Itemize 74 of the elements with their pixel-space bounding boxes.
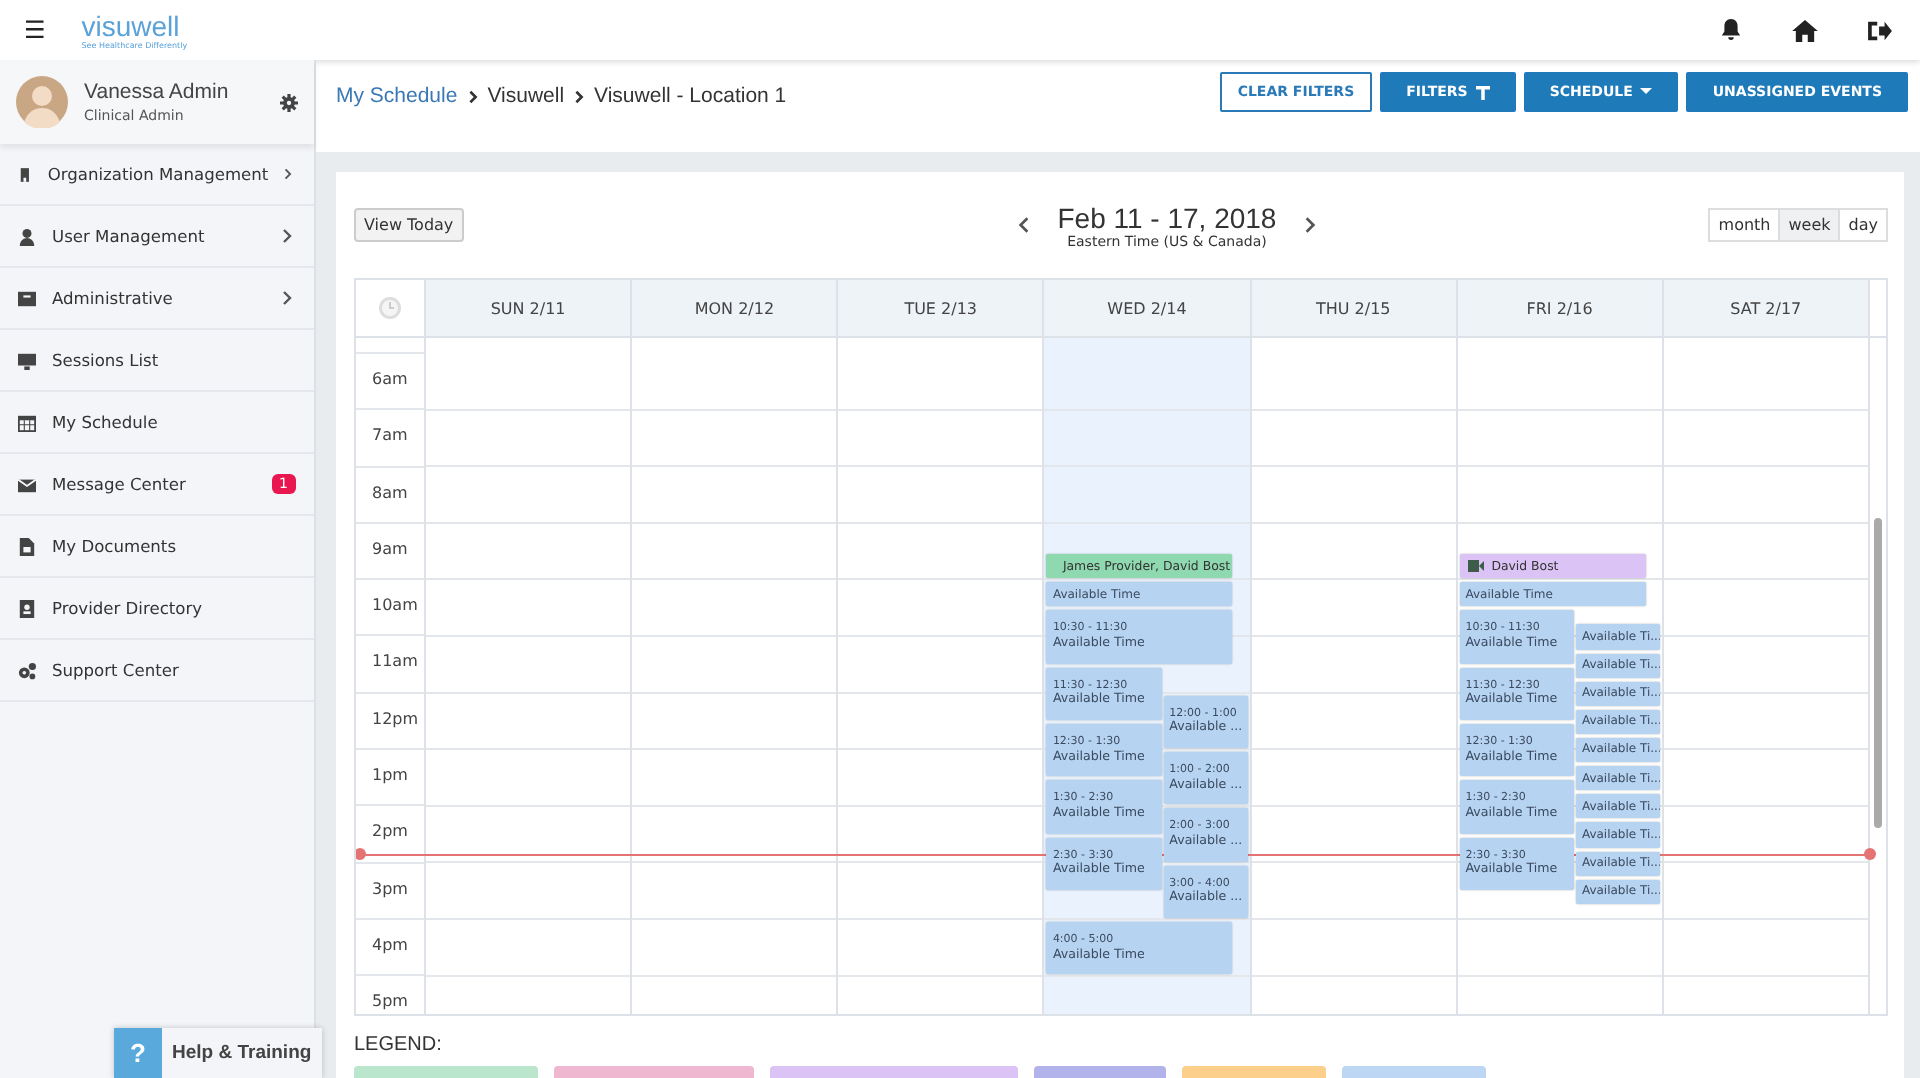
- sidebar-item-label: Sessions List: [52, 350, 161, 370]
- hour-label: 2pm: [372, 822, 408, 841]
- sign-out-icon[interactable]: [1868, 19, 1892, 41]
- sidebar-item-label: Support Center: [52, 660, 181, 680]
- chevron-right-icon: [574, 89, 585, 103]
- chevron-right-icon: [467, 89, 478, 103]
- day-header: MON 2/12: [632, 280, 839, 336]
- box-icon: [18, 289, 36, 307]
- sidebar-item[interactable]: Organization Management: [0, 144, 314, 206]
- filter-icon: [1475, 85, 1490, 99]
- view-tab[interactable]: week: [1778, 208, 1841, 242]
- document-icon: [18, 537, 36, 555]
- chevron-right-icon: [282, 228, 292, 244]
- scrollbar[interactable]: [1873, 518, 1882, 828]
- breadcrumb-item: Visuwell: [487, 84, 565, 108]
- sidebar-item[interactable]: Support Center: [0, 640, 314, 702]
- menu-icon[interactable]: ☰: [24, 16, 46, 44]
- hour-label: 11am: [372, 652, 418, 671]
- hour-label: 6am: [372, 370, 408, 388]
- sidebar-item-label: My Schedule: [52, 412, 160, 432]
- chevron-right-icon: [282, 290, 292, 306]
- breadcrumb-link[interactable]: My Schedule: [336, 84, 458, 108]
- sidebar-item-label: User Management: [52, 226, 207, 246]
- day-header: THU 2/15: [1251, 280, 1458, 336]
- sidebar-item[interactable]: Administrative: [0, 268, 314, 330]
- sidebar-item[interactable]: User Management: [0, 206, 314, 268]
- video-camera-icon: [1467, 560, 1484, 573]
- sidebar-item[interactable]: My Documents: [0, 516, 314, 578]
- sidebar-item[interactable]: Sessions List: [0, 330, 314, 392]
- monitor-icon: [18, 351, 36, 369]
- hour-label: 12pm: [372, 709, 419, 728]
- hour-label: 5pm: [372, 992, 408, 1011]
- sidebar-item[interactable]: My Schedule: [0, 392, 314, 454]
- hour-label: 3pm: [372, 879, 408, 898]
- hour-label: 4pm: [372, 935, 408, 954]
- day-header: WED 2/14: [1044, 280, 1252, 336]
- user-name: Vanessa Admin: [84, 80, 231, 104]
- day-header: SAT 2/17: [1663, 280, 1870, 336]
- hour-label: 7am: [372, 426, 408, 445]
- gears-icon: [18, 661, 36, 679]
- building-icon: [18, 165, 32, 183]
- chevron-right-icon: [284, 166, 292, 182]
- date-range-title: Feb 11 - 17, 2018: [1057, 201, 1277, 233]
- sidebar-item-label: Message Center: [52, 474, 188, 494]
- chevron-right-icon[interactable]: [1304, 216, 1317, 234]
- sidebar-item-label: Organization Management: [47, 164, 269, 184]
- hour-label: 9am: [372, 539, 408, 558]
- sidebar-item[interactable]: Provider Directory: [0, 578, 314, 640]
- sidebar-item-label: My Documents: [52, 536, 179, 556]
- sidebar-item-label: Administrative: [52, 288, 175, 308]
- contact-icon: [18, 599, 36, 617]
- avatar: [16, 76, 68, 128]
- clock-icon: [378, 296, 402, 320]
- user-icon: [18, 227, 36, 245]
- day-header: TUE 2/13: [838, 280, 1045, 336]
- envelope-icon: [18, 475, 36, 493]
- calendar-icon: [18, 413, 36, 431]
- bell-icon[interactable]: [1720, 18, 1742, 42]
- legend-title: LEGEND:: [354, 1034, 444, 1056]
- view-tab[interactable]: month: [1708, 208, 1781, 242]
- settings-icon[interactable]: [280, 93, 298, 111]
- sidebar-item-label: Provider Directory: [52, 598, 205, 618]
- view-today-button[interactable]: View Today: [354, 208, 464, 242]
- day-header: FRI 2/16: [1457, 280, 1664, 336]
- help-button[interactable]: ? Help & Training: [114, 1028, 322, 1078]
- hour-label: 8am: [372, 483, 408, 502]
- hour-label: 10am: [372, 596, 418, 615]
- hour-label: 1pm: [372, 766, 408, 785]
- chevron-left-icon[interactable]: [1017, 216, 1030, 234]
- view-tab[interactable]: day: [1838, 208, 1888, 242]
- day-header: SUN 2/11: [426, 280, 633, 336]
- home-icon[interactable]: [1792, 19, 1818, 41]
- caret-icon: [1640, 88, 1653, 96]
- breadcrumb-item: Visuwell - Location 1: [594, 84, 787, 108]
